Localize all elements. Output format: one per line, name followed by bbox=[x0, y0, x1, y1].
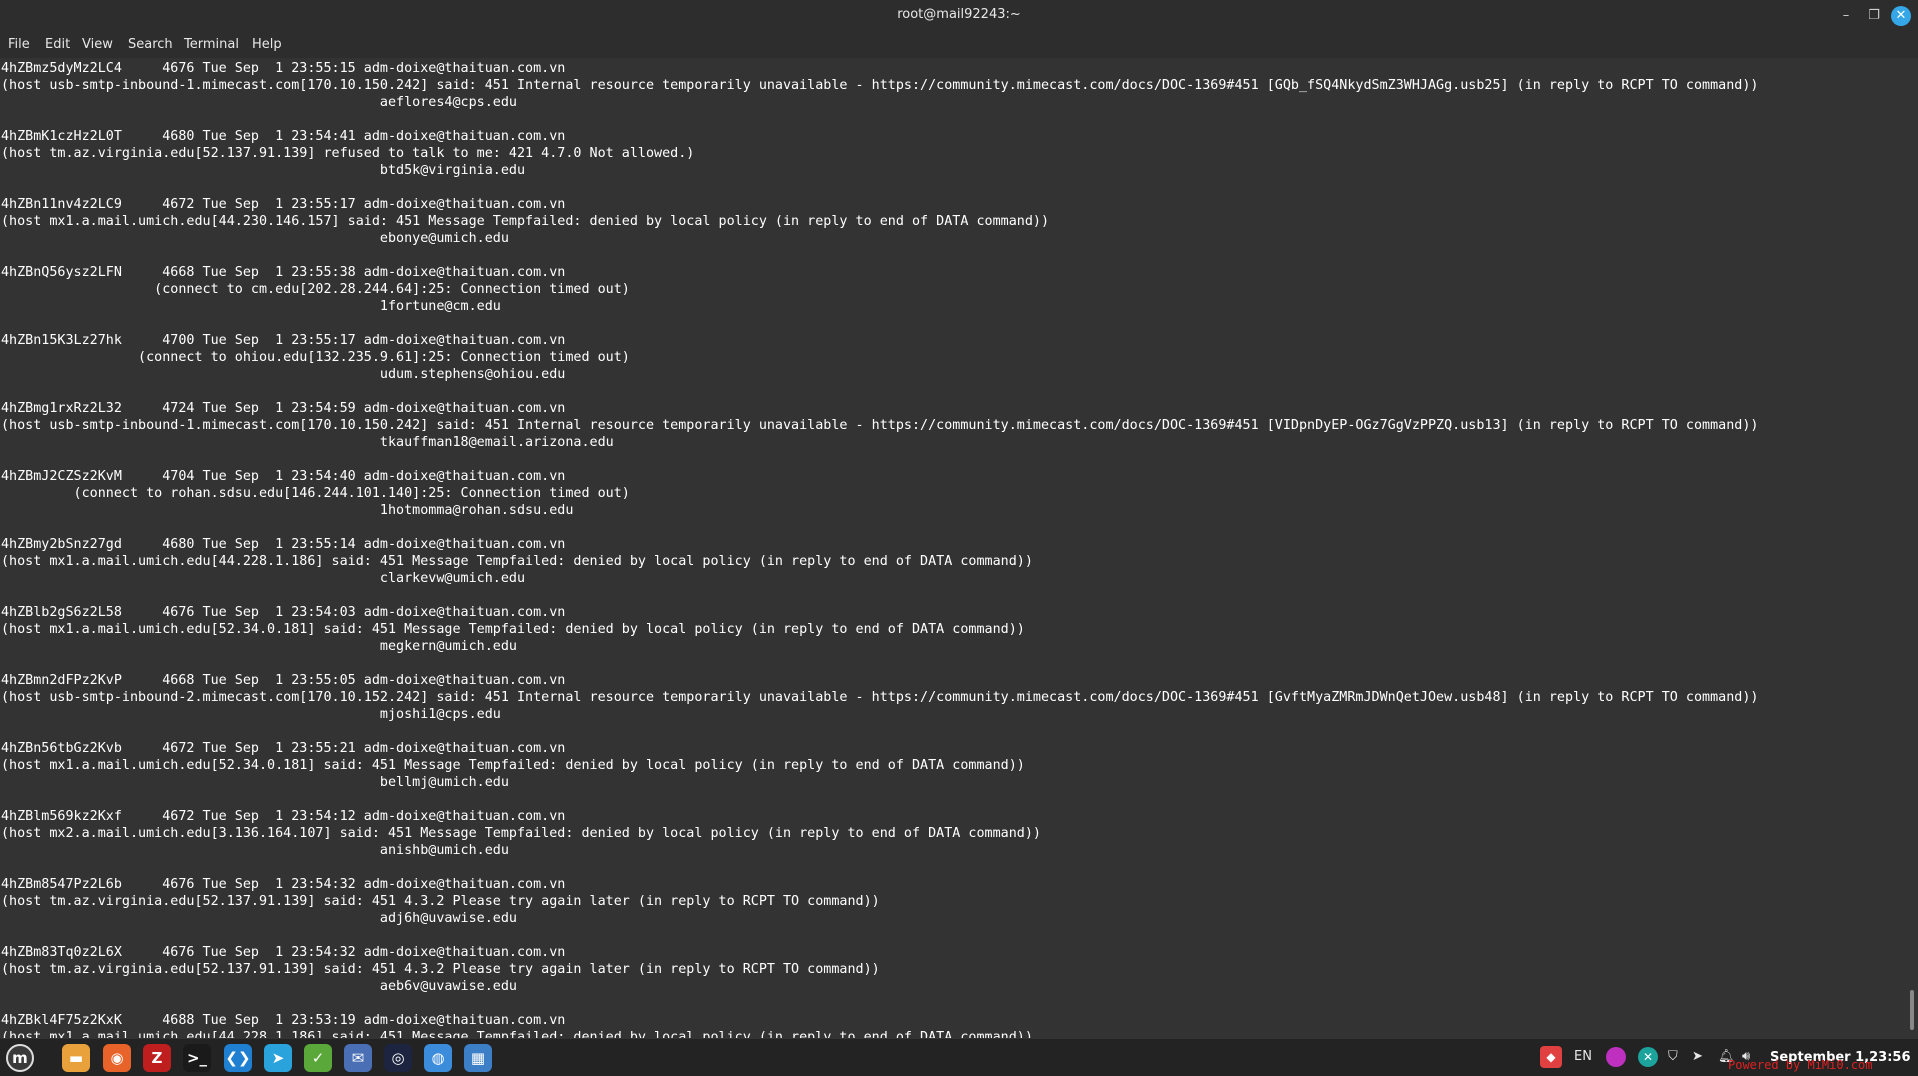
firefox-icon[interactable]: ◉ bbox=[103, 1044, 131, 1072]
menu-search[interactable]: Search bbox=[128, 37, 173, 52]
terminal-line: (host usb-smtp-inbound-1.mimecast.com[17… bbox=[1, 78, 1759, 93]
language-indicator[interactable]: EN bbox=[1574, 1049, 1592, 1064]
window-title: root@mail92243:~ bbox=[897, 7, 1021, 22]
terminal-line: (host tm.az.virginia.edu[52.137.91.139] … bbox=[1, 894, 880, 909]
watermark: Powered by MiMi0.com bbox=[1728, 1058, 1873, 1072]
menu-view[interactable]: View bbox=[82, 37, 113, 52]
terminal-line: (host tm.az.virginia.edu[52.137.91.139] … bbox=[1, 146, 695, 161]
terminal-line: (connect to ohiou.edu[132.235.9.61]:25: … bbox=[1, 350, 630, 365]
terminal-line: 4hZBmg1rxRz2L32 4724 Tue Sep 1 23:54:59 … bbox=[1, 401, 566, 416]
close-button[interactable]: ✕ bbox=[1891, 6, 1911, 26]
terminal-line: clarkevw@umich.edu bbox=[1, 571, 526, 586]
telegram-tray-icon[interactable]: ➤ bbox=[1692, 1049, 1703, 1064]
filezilla-icon[interactable]: Z bbox=[143, 1044, 171, 1072]
menu-icon[interactable]: m bbox=[6, 1044, 34, 1072]
chrome-icon[interactable]: ◍ bbox=[424, 1044, 452, 1072]
terminal-text: 4hZBmz5dyMz2LC4 4676 Tue Sep 1 23:55:15 … bbox=[0, 60, 1900, 1038]
terminal-line: (connect to rohan.sdsu.edu[146.244.101.1… bbox=[1, 486, 630, 501]
terminal-line: anishb@umich.edu bbox=[1, 843, 509, 858]
terminal-line: 4hZBn15K3Lz27hk 4700 Tue Sep 1 23:55:17 … bbox=[1, 333, 566, 348]
terminal-line: (host usb-smtp-inbound-2.mimecast.com[17… bbox=[1, 690, 1759, 705]
terminal-line: 1fortune@cm.edu bbox=[1, 299, 501, 314]
screen-icon[interactable]: ▦ bbox=[464, 1044, 492, 1072]
terminal-line: (host usb-smtp-inbound-1.mimecast.com[17… bbox=[1, 418, 1759, 433]
terminal-line: megkern@umich.edu bbox=[1, 639, 517, 654]
terminal-line: (host mx1.a.mail.umich.edu[44.230.146.15… bbox=[1, 214, 1050, 229]
terminal-line: (host mx1.a.mail.umich.edu[52.34.0.181] … bbox=[1, 622, 1025, 637]
minimize-button[interactable]: – bbox=[1836, 6, 1856, 26]
title-bar: root@mail92243:~ – ❐ ✕ bbox=[0, 0, 1918, 31]
maximize-button[interactable]: ❐ bbox=[1864, 6, 1884, 26]
terminal-line: (host mx2.a.mail.umich.edu[3.136.164.107… bbox=[1, 826, 1041, 841]
terminal-line: 4hZBn11nv4z2LC9 4672 Tue Sep 1 23:55:17 … bbox=[1, 197, 566, 212]
terminal-line: aeflores4@cps.edu bbox=[1, 95, 517, 110]
terminal-line: 4hZBmz5dyMz2LC4 4676 Tue Sep 1 23:55:15 … bbox=[1, 61, 566, 76]
greenapp-icon[interactable]: ✓ bbox=[304, 1044, 332, 1072]
menu-help[interactable]: Help bbox=[252, 37, 282, 52]
terminal-line: ebonye@umich.edu bbox=[1, 231, 509, 246]
terminal-line: 4hZBmJ2CZSz2KvM 4704 Tue Sep 1 23:54:40 … bbox=[1, 469, 566, 484]
terminal-line: 4hZBlb2gS6z2L58 4676 Tue Sep 1 23:54:03 … bbox=[1, 605, 566, 620]
terminal-line: (host mx1.a.mail.umich.edu[44.228.1.186]… bbox=[1, 1030, 1033, 1038]
terminal-line: 4hZBmK1czHz2L0T 4680 Tue Sep 1 23:54:41 … bbox=[1, 129, 566, 144]
vscode-icon[interactable]: ❮❯ bbox=[224, 1044, 252, 1072]
telegram-icon[interactable]: ➤ bbox=[264, 1044, 292, 1072]
menu-terminal[interactable]: Terminal bbox=[184, 37, 239, 52]
terminal-line: 4hZBmy2bSnz27gd 4680 Tue Sep 1 23:55:14 … bbox=[1, 537, 566, 552]
sync-icon[interactable]: ✕ bbox=[1638, 1047, 1658, 1067]
terminal-line: btd5k@virginia.edu bbox=[1, 163, 526, 178]
folder-icon[interactable]: ▬ bbox=[62, 1044, 90, 1072]
terminal-icon[interactable]: >_ bbox=[183, 1044, 211, 1072]
terminal-line: 4hZBmn2dFPz2KvP 4668 Tue Sep 1 23:55:05 … bbox=[1, 673, 566, 688]
scrollbar[interactable] bbox=[1910, 990, 1914, 1030]
terminal-line: adj6h@uvawise.edu bbox=[1, 911, 517, 926]
bot-icon[interactable]: ◎ bbox=[384, 1044, 412, 1072]
color-icon[interactable] bbox=[1606, 1047, 1626, 1067]
terminal-line: 4hZBn56tbGz2Kvb 4672 Tue Sep 1 23:55:21 … bbox=[1, 741, 566, 756]
terminal-line: mjoshi1@cps.edu bbox=[1, 707, 501, 722]
terminal-line: (host mx1.a.mail.umich.edu[52.34.0.181] … bbox=[1, 758, 1025, 773]
terminal-line: (connect to cm.edu[202.28.244.64]:25: Co… bbox=[1, 282, 630, 297]
taskbar: m ▬ ◉ Z >_ ❮❯ ➤ ✓ ✉ ◎ ◍ ▦ ◆ EN ✕ ⛉ ➤ 🔔︎ 🔊︎ Septembe… bbox=[0, 1039, 1918, 1076]
terminal-line: udum.stephens@ohiou.edu bbox=[1, 367, 566, 382]
menu-file[interactable]: File bbox=[8, 37, 30, 52]
terminal-line: 1hotmomma@rohan.sdsu.edu bbox=[1, 503, 574, 518]
terminal-line: 4hZBnQ56ysz2LFN 4668 Tue Sep 1 23:55:38 … bbox=[1, 265, 566, 280]
shield-icon[interactable]: ⛉ bbox=[1668, 1049, 1678, 1064]
terminal-line: aeb6v@uvawise.edu bbox=[1, 979, 517, 994]
menu-bar: File Edit View Search Terminal Help bbox=[0, 31, 1918, 58]
terminal-line: tkauffman18@email.arizona.edu bbox=[1, 435, 614, 450]
terminal-line: (host tm.az.virginia.edu[52.137.91.139] … bbox=[1, 962, 880, 977]
menu-edit[interactable]: Edit bbox=[45, 37, 70, 52]
terminal-line: 4hZBm83Tq0z2L6X 4676 Tue Sep 1 23:54:32 … bbox=[1, 945, 566, 960]
terminal-line: 4hZBlm569kz2Kxf 4672 Tue Sep 1 23:54:12 … bbox=[1, 809, 566, 824]
terminal-line: bellmj@umich.edu bbox=[1, 775, 509, 790]
terminal-line: (host mx1.a.mail.umich.edu[44.228.1.186]… bbox=[1, 554, 1033, 569]
terminal-line: 4hZBkl4F75z2KxK 4688 Tue Sep 1 23:53:19 … bbox=[1, 1013, 566, 1028]
terminal-output[interactable]: 4hZBmz5dyMz2LC4 4676 Tue Sep 1 23:55:15 … bbox=[0, 58, 1900, 1038]
anydesk-icon[interactable]: ◆ bbox=[1540, 1046, 1562, 1068]
mail-icon[interactable]: ✉ bbox=[344, 1044, 372, 1072]
terminal-line: 4hZBm8547Pz2L6b 4676 Tue Sep 1 23:54:32 … bbox=[1, 877, 566, 892]
